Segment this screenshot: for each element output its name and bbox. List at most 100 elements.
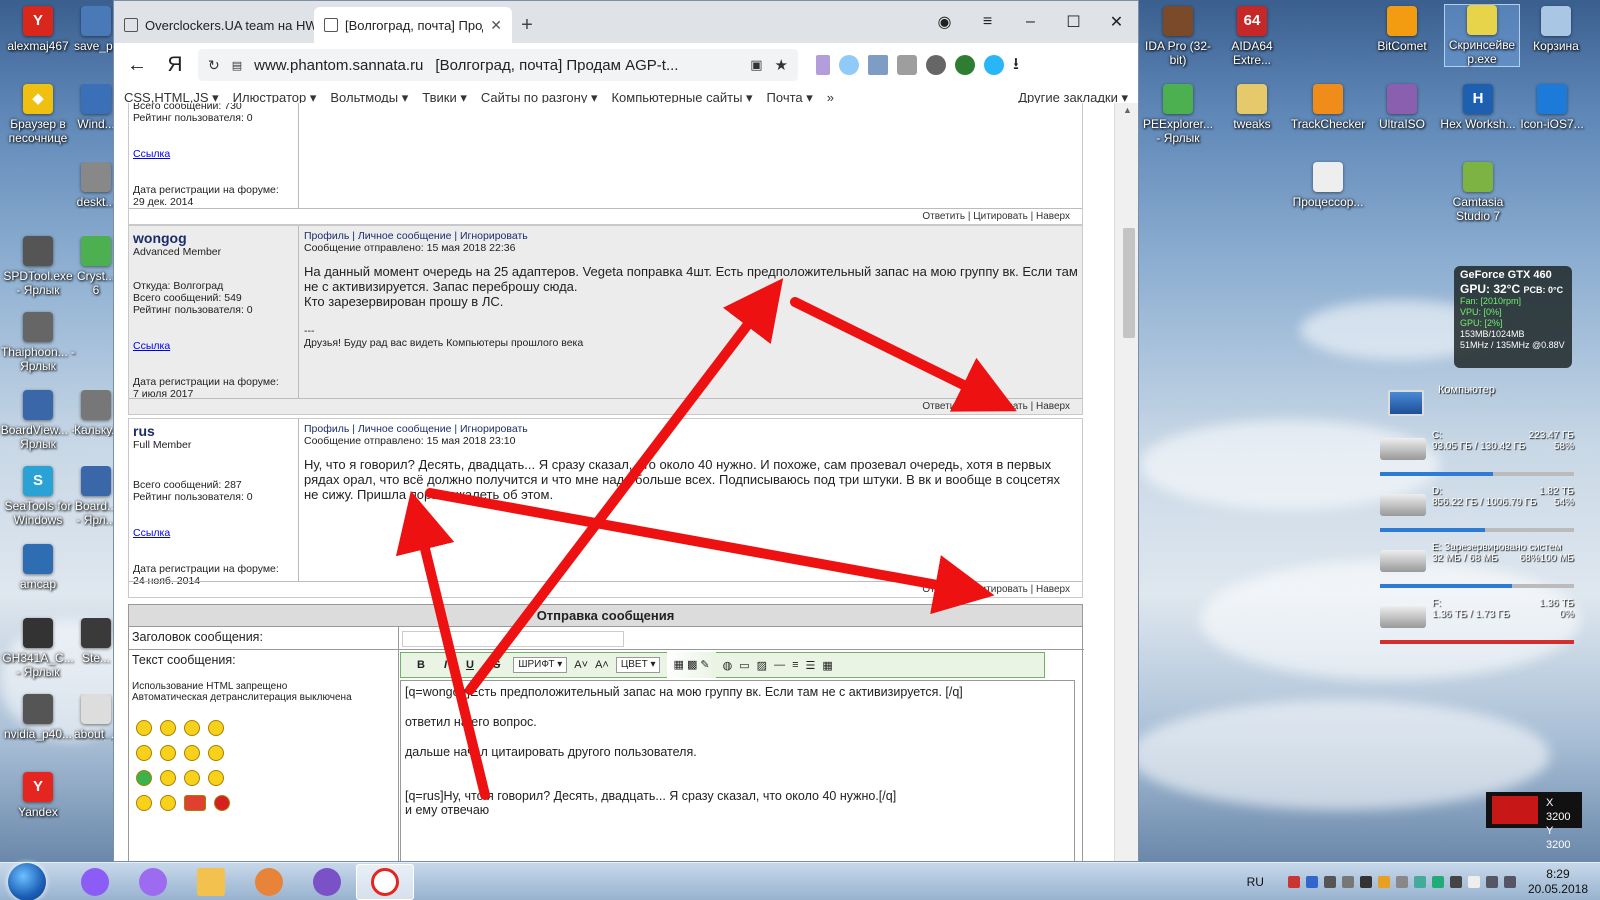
desktop-icon-trackchecker[interactable]: TrackChecker: [1290, 84, 1366, 131]
back-icon[interactable]: ←: [122, 54, 152, 77]
font-larger-icon[interactable]: A˄: [595, 659, 609, 671]
desktop-icon-save-p[interactable]: save_p...: [74, 6, 118, 53]
table-icon[interactable]: ▦: [822, 659, 832, 672]
edit-icon[interactable]: ✎: [700, 652, 709, 678]
post-actions[interactable]: Ответить | Цитировать | Наверх: [129, 208, 1082, 224]
desktop-icon-peexplorer[interactable]: PEExplorer... - Ярлык: [1140, 84, 1216, 145]
start-button[interactable]: [8, 862, 46, 900]
network-icon[interactable]: [1485, 876, 1498, 888]
smiley-icon[interactable]: [184, 745, 200, 761]
desktop-icon-sandbox-browser[interactable]: ◆ Браузер в песочнице: [0, 84, 76, 145]
close-tab-icon[interactable]: ✕: [490, 17, 502, 34]
desktop-icon-deskt[interactable]: deskt...: [74, 162, 118, 209]
drive-c[interactable]: C: 223.47 ГБ 93.05 ГБ / 130.42 ГБ 58%: [1380, 430, 1574, 478]
desktop-icon-aida64[interactable]: 64 AIDA64 Extre...: [1214, 6, 1290, 67]
post-actions[interactable]: Ответить | Цитировать | Наверх: [129, 398, 1082, 414]
post-profile-links[interactable]: Профиль | Личное сообщение | Игнорироват…: [304, 423, 528, 435]
tray-app-icon[interactable]: [1431, 876, 1444, 888]
color-select[interactable]: ЦВЕТ ▾: [615, 657, 661, 673]
user-link[interactable]: Ссылка: [133, 527, 170, 539]
desktop-icon-bitcomet[interactable]: BitComet: [1364, 6, 1440, 53]
strike-button[interactable]: S: [487, 659, 506, 671]
code-icon[interactable]: ▩: [687, 652, 697, 678]
desktop-icon-alexmaj467[interactable]: Yalexmaj467: [0, 6, 76, 53]
tray-app-icon[interactable]: [1305, 876, 1318, 888]
tab-phantom[interactable]: [Волгоград, почта] Прод ✕: [314, 7, 512, 43]
menu-icon[interactable]: ≡: [966, 13, 1009, 31]
smiley-icon[interactable]: [136, 745, 152, 761]
volume-icon[interactable]: [1503, 876, 1516, 888]
post-username[interactable]: rus: [133, 423, 294, 439]
desktop-icon-hex-workshop[interactable]: H Hex Worksh...: [1440, 84, 1516, 131]
scroll-up-icon[interactable]: ▲: [1123, 105, 1132, 115]
tray-app-icon[interactable]: [1359, 876, 1372, 888]
scrollbar-thumb[interactable]: [1123, 228, 1135, 338]
tray-app-icon[interactable]: [1395, 876, 1408, 888]
link-icon[interactable]: ◍: [723, 659, 733, 672]
pen-extension-icon[interactable]: [816, 55, 830, 75]
smiley-icon[interactable]: [160, 795, 176, 811]
g-extension-icon[interactable]: [955, 55, 975, 75]
flag-icon[interactable]: [1467, 876, 1480, 888]
taskbar-voice[interactable]: [124, 864, 182, 900]
taskbar-alice[interactable]: [66, 864, 124, 900]
list-icon[interactable]: ☰: [805, 659, 815, 672]
desktop-icon-gh341a[interactable]: GH341A_C... - Ярлык: [0, 618, 76, 679]
color-extension-icon[interactable]: [984, 55, 1004, 75]
desktop-icon-ultraiso[interactable]: UltraISO: [1364, 84, 1440, 131]
reader-icon[interactable]: ▣: [750, 57, 762, 73]
smiley-icon[interactable]: [184, 770, 200, 786]
site-info-icon[interactable]: ▤: [232, 59, 242, 72]
tab-overclockers[interactable]: Overclockers.UA team на HW: [114, 7, 314, 43]
font-select[interactable]: ШРИФТ ▾: [513, 657, 568, 673]
maximize-icon[interactable]: ☐: [1052, 12, 1095, 32]
smiley-icon[interactable]: [208, 770, 224, 786]
new-tab-button[interactable]: +: [512, 7, 542, 43]
smiley-icon[interactable]: [136, 720, 152, 736]
tray-clock[interactable]: 8:29 20.05.2018: [1528, 867, 1588, 897]
desktop-icon-boardview[interactable]: BoardView... - Ярлык: [0, 390, 76, 451]
post-actions[interactable]: Ответить | Цитировать | Наверх: [129, 581, 1082, 597]
font-smaller-icon[interactable]: A˅: [574, 659, 588, 671]
desktop-icon-yandex[interactable]: Y Yandex: [0, 772, 76, 819]
tray-app-icon[interactable]: [1449, 876, 1462, 888]
underline-button[interactable]: U: [460, 659, 480, 671]
desktop-icon-tweaks[interactable]: tweaks: [1214, 84, 1290, 131]
desktop-icon-spdtool[interactable]: SPDTool.exe - Ярлык: [0, 236, 76, 297]
desktop-icon-crystal[interactable]: Cryst... 6: [74, 236, 118, 297]
user-link[interactable]: Ссылка: [133, 148, 170, 160]
tray-app-icon[interactable]: [1377, 876, 1390, 888]
smiley-icon[interactable]: [160, 720, 176, 736]
clover-icon[interactable]: [136, 770, 152, 786]
desktop-icon-amcap[interactable]: amcap: [0, 544, 76, 591]
desktop-icon-camtasia[interactable]: Camtasia Studio 7: [1440, 162, 1516, 223]
user-link[interactable]: Ссылка: [133, 340, 170, 352]
bold-button[interactable]: B: [411, 659, 431, 671]
desktop-icon-nvidia[interactable]: nvidia_p40...: [0, 694, 76, 741]
desktop-icon-wind[interactable]: Wind...: [74, 84, 118, 131]
align-icon[interactable]: ≡: [792, 659, 798, 671]
desktop-icon-ste[interactable]: Ste...: [74, 618, 118, 665]
close-icon[interactable]: ✕: [1095, 12, 1138, 32]
drive-e[interactable]: E: Зарезервировано систем 100 МБ 32 МБ / 6…: [1380, 542, 1574, 590]
desktop-icon-thaiphoon[interactable]: Thaiphoon... - Ярлык: [0, 312, 76, 373]
taskbar-viber[interactable]: [298, 864, 356, 900]
devil-icon[interactable]: [214, 795, 230, 811]
smiley-icon[interactable]: [208, 720, 224, 736]
smiley-icon[interactable]: [208, 745, 224, 761]
desktop-icon-seatools[interactable]: S SeaTools for Windows: [0, 466, 76, 527]
desktop-icon-ida-pro[interactable]: IDA Pro (32-bit): [1140, 6, 1216, 67]
yandex-logo-icon[interactable]: Я: [160, 53, 190, 77]
taskbar-viewer[interactable]: [240, 864, 298, 900]
tray-app-icon[interactable]: [1413, 876, 1426, 888]
download-icon[interactable]: ⭳: [1013, 51, 1019, 80]
email-icon[interactable]: ▭: [739, 659, 749, 672]
smiley-icon[interactable]: [160, 770, 176, 786]
bookmark-star-icon[interactable]: ★: [775, 56, 788, 74]
reload-icon[interactable]: ↻: [208, 57, 220, 74]
post-username[interactable]: wongog: [133, 230, 294, 246]
cloud-extension-icon[interactable]: [839, 55, 859, 75]
profile-icon[interactable]: ◉: [923, 12, 966, 32]
tray-app-icon[interactable]: [1323, 876, 1336, 888]
minimize-icon[interactable]: –: [1009, 13, 1052, 31]
